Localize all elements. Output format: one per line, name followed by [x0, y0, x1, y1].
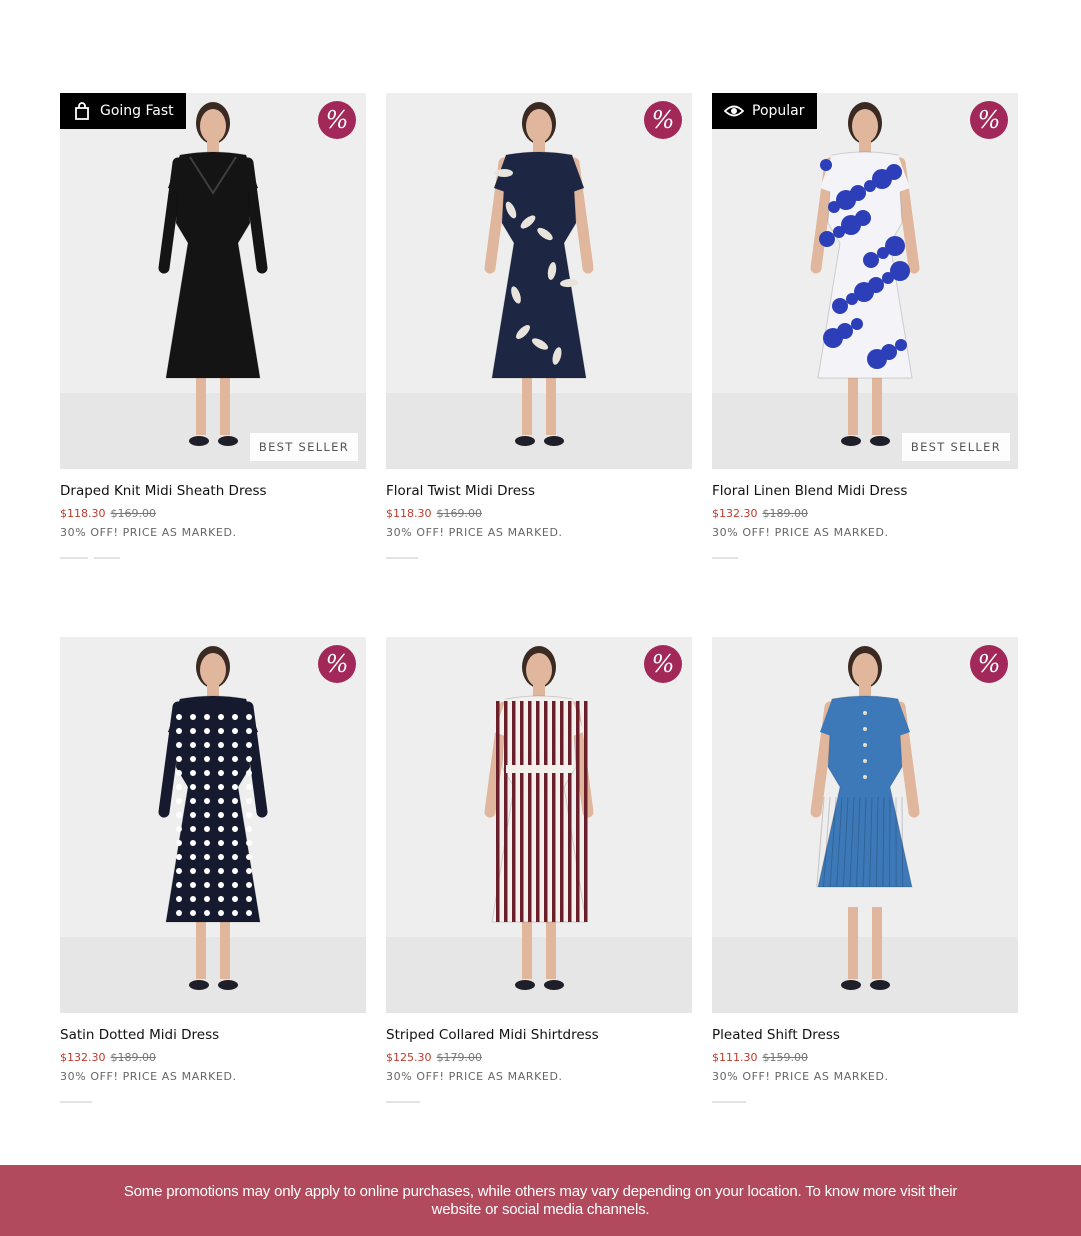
original-price: $169.00 [436, 507, 483, 520]
product-image[interactable]: % [712, 637, 1018, 1013]
original-price: $169.00 [110, 507, 157, 520]
product-card[interactable]: % Satin Dotted Midi Dress $132.30 $189.00… [60, 637, 366, 1103]
color-swatches[interactable] [712, 557, 1018, 559]
product-card[interactable]: % Floral Twist Midi Dress $118.30 $169.00… [386, 93, 692, 559]
discount-badge-icon: % [318, 101, 356, 139]
model-photo [60, 637, 366, 1013]
model-photo [60, 93, 366, 469]
product-grid: Going Fast % BEST SELLER Draped Knit Mid… [0, 0, 1081, 1165]
color-swatches[interactable] [386, 557, 692, 559]
sale-price: $132.30 [60, 1051, 106, 1064]
original-price: $159.00 [762, 1051, 809, 1064]
going-fast-flag: Going Fast [60, 93, 186, 129]
sale-price: $132.30 [712, 507, 758, 520]
color-swatches[interactable] [712, 1101, 1018, 1103]
product-image[interactable]: Going Fast % BEST SELLER [60, 93, 366, 469]
original-price: $179.00 [436, 1051, 483, 1064]
best-seller-badge: BEST SELLER [901, 433, 1010, 461]
product-price: $118.30 $169.00 [60, 507, 366, 520]
original-price: $189.00 [110, 1051, 157, 1064]
flag-label: Going Fast [100, 103, 174, 119]
product-image[interactable]: % [386, 637, 692, 1013]
product-price: $118.30 $169.00 [386, 507, 692, 520]
discount-badge-icon: % [644, 101, 682, 139]
promo-text: 30% OFF! PRICE AS MARKED. [712, 1070, 889, 1083]
promo-text: 30% OFF! PRICE AS MARKED. [386, 1070, 563, 1083]
promotions-notice-text: Some promotions may only apply to online… [123, 1182, 958, 1218]
product-name[interactable]: Floral Twist Midi Dress [386, 483, 692, 499]
product-name[interactable]: Striped Collared Midi Shirtdress [386, 1027, 692, 1043]
discount-badge-icon: % [970, 101, 1008, 139]
product-image[interactable]: % [60, 637, 366, 1013]
product-name[interactable]: Draped Knit Midi Sheath Dress [60, 483, 366, 499]
product-card[interactable]: % Striped Collared Midi Shirtdress $125.… [386, 637, 692, 1103]
discount-badge-icon: % [644, 645, 682, 683]
product-image[interactable]: Popular % BEST SELLER [712, 93, 1018, 469]
product-price: $111.30 $159.00 [712, 1051, 1018, 1064]
color-swatches[interactable] [386, 1101, 692, 1103]
discount-badge-icon: % [318, 645, 356, 683]
model-photo [712, 93, 1018, 469]
product-name[interactable]: Pleated Shift Dress [712, 1027, 1018, 1043]
original-price: $189.00 [762, 507, 809, 520]
promo-text: 30% OFF! PRICE AS MARKED. [60, 1070, 237, 1083]
promo-text: 30% OFF! PRICE AS MARKED. [386, 526, 563, 539]
product-price: $132.30 $189.00 [712, 507, 1018, 520]
product-price: $125.30 $179.00 [386, 1051, 692, 1064]
product-price: $132.30 $189.00 [60, 1051, 366, 1064]
best-seller-badge: BEST SELLER [249, 433, 358, 461]
discount-badge-icon: % [970, 645, 1008, 683]
eye-icon [724, 105, 744, 117]
product-name[interactable]: Floral Linen Blend Midi Dress [712, 483, 1018, 499]
sale-price: $125.30 [386, 1051, 432, 1064]
model-photo [712, 637, 1018, 1013]
promo-text: 30% OFF! PRICE AS MARKED. [712, 526, 889, 539]
product-card[interactable]: Going Fast % BEST SELLER Draped Knit Mid… [60, 93, 366, 559]
product-name[interactable]: Satin Dotted Midi Dress [60, 1027, 366, 1043]
popular-flag: Popular [712, 93, 817, 129]
promo-text: 30% OFF! PRICE AS MARKED. [60, 526, 237, 539]
model-photo [386, 637, 692, 1013]
sale-price: $111.30 [712, 1051, 758, 1064]
promotions-notice-banner: Some promotions may only apply to online… [0, 1165, 1081, 1236]
product-card[interactable]: Popular % BEST SELLER Floral Linen Blend… [712, 93, 1018, 559]
sale-price: $118.30 [60, 507, 106, 520]
color-swatches[interactable] [60, 557, 366, 559]
product-card[interactable]: % Pleated Shift Dress $111.30 $159.00 30%… [712, 637, 1018, 1103]
color-swatches[interactable] [60, 1101, 366, 1103]
model-photo [386, 93, 692, 469]
flag-label: Popular [752, 103, 805, 119]
shopping-bag-icon [75, 102, 89, 120]
product-image[interactable]: % [386, 93, 692, 469]
sale-price: $118.30 [386, 507, 432, 520]
